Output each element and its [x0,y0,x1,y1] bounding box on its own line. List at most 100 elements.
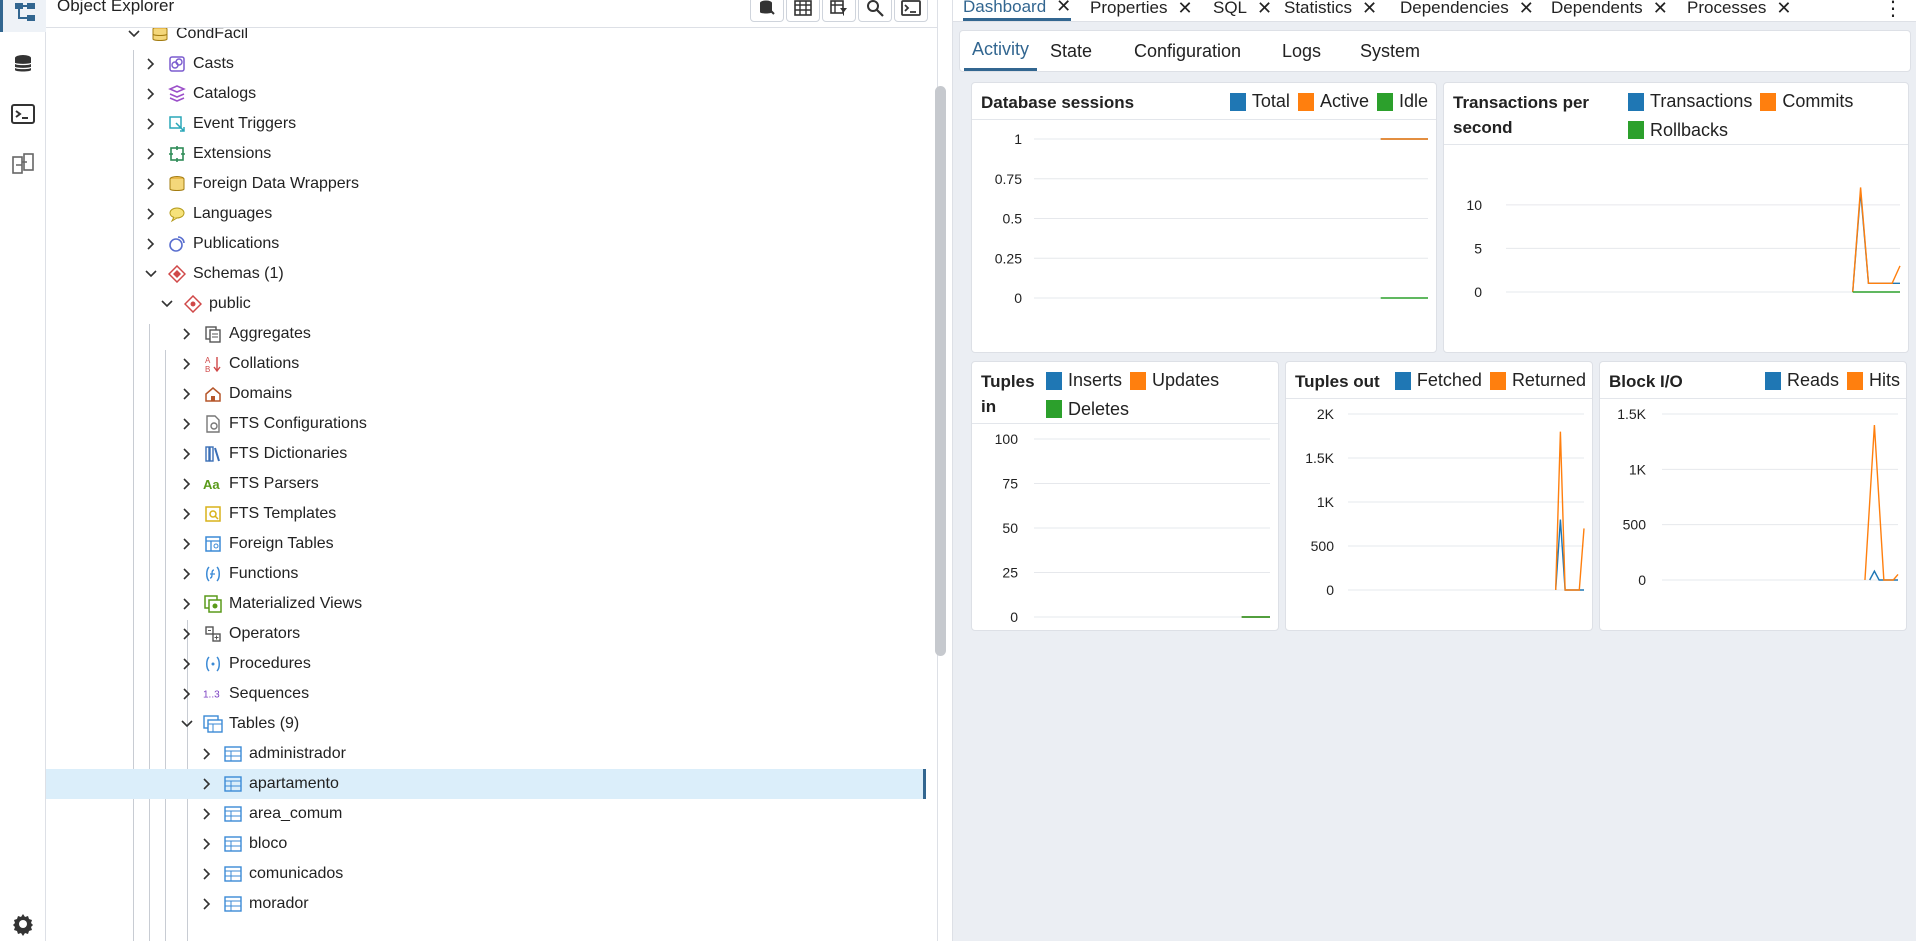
chevron-right-icon[interactable] [179,626,195,642]
legend-item[interactable]: Active [1297,89,1369,114]
tree-item-schemas[interactable]: Schemas (1) [46,259,926,289]
tab-dependents[interactable]: Dependents ✕ [1551,0,1668,21]
query-tool-icon[interactable] [750,0,784,22]
chevron-right-icon[interactable] [179,506,195,522]
tree-item-collations[interactable]: AB Collations [46,349,926,379]
tree-item-aggregates[interactable]: Aggregates [46,319,926,349]
chevron-down-icon[interactable] [126,28,142,42]
chevron-right-icon[interactable] [199,806,215,822]
legend-item[interactable]: Updates [1130,368,1219,393]
subtab-activity[interactable]: Activity [964,31,1038,71]
psql-tool-icon[interactable] [894,0,928,22]
tree-item-foreign-data-wrappers[interactable]: Foreign Data Wrappers [46,169,926,199]
legend-item[interactable]: Deletes [1046,397,1129,422]
tree-item-languages[interactable]: Languages [46,199,926,229]
schema-diff-icon[interactable] [0,144,46,184]
chevron-right-icon[interactable] [179,416,195,432]
chevron-right-icon[interactable] [143,236,159,252]
legend-item[interactable]: Inserts [1046,368,1122,393]
subtab-configuration[interactable]: Configuration [1126,31,1249,71]
chevron-right-icon[interactable] [179,356,195,372]
tab-statistics[interactable]: Statistics ✕ [1284,0,1377,21]
chevron-right-icon[interactable] [143,116,159,132]
tree-item-operators[interactable]: Operators [46,619,926,649]
tree-item-administrador[interactable]: administrador [46,739,926,769]
tree-item-public[interactable]: public [46,289,926,319]
close-icon[interactable]: ✕ [1776,0,1791,19]
chevron-right-icon[interactable] [143,206,159,222]
chevron-right-icon[interactable] [179,596,195,612]
settings-gear-icon[interactable] [0,904,46,944]
terminal-icon[interactable] [0,94,46,134]
tree-item-condfacil[interactable]: CondFacil [46,28,926,49]
tree-item-fts-dictionaries[interactable]: FTS Dictionaries [46,439,926,469]
close-icon[interactable]: ✕ [1257,0,1272,19]
tree-item-fts-templates[interactable]: FTS Templates [46,499,926,529]
chevron-right-icon[interactable] [199,866,215,882]
chevron-down-icon[interactable] [179,716,195,732]
chevron-right-icon[interactable] [143,146,159,162]
tree-scrollbar[interactable] [935,86,946,656]
tree-item-publications[interactable]: Publications [46,229,926,259]
tab-sql[interactable]: SQL ✕ [1213,0,1272,21]
chevron-right-icon[interactable] [179,656,195,672]
tree-item-event-triggers[interactable]: Event Triggers [46,109,926,139]
legend-item[interactable]: Commits [1760,89,1853,114]
chevron-right-icon[interactable] [199,836,215,852]
tab-processes[interactable]: Processes ✕ [1687,0,1791,21]
chevron-right-icon[interactable] [179,566,195,582]
chevron-right-icon[interactable] [179,476,195,492]
chevron-right-icon[interactable] [179,326,195,342]
chevron-right-icon[interactable] [143,56,159,72]
chevron-right-icon[interactable] [199,776,215,792]
close-icon[interactable]: ✕ [1653,0,1668,19]
filter-table-icon[interactable] [822,0,856,22]
close-icon[interactable]: ✕ [1519,0,1534,19]
search-icon[interactable] [858,0,892,22]
legend-item[interactable]: Reads [1764,368,1839,393]
tree-item-area-comum[interactable]: area_comum [46,799,926,829]
tab-properties[interactable]: Properties ✕ [1090,0,1193,21]
chevron-right-icon[interactable] [199,746,215,762]
chevron-right-icon[interactable] [179,446,195,462]
tab-dashboard[interactable]: Dashboard ✕ [963,0,1072,21]
tree-item-domains[interactable]: Domains [46,379,926,409]
tree-item-apartamento[interactable]: apartamento [46,769,926,799]
chevron-right-icon[interactable] [179,536,195,552]
tab-dependencies[interactable]: Dependencies ✕ [1400,0,1534,21]
legend-item[interactable]: Fetched [1394,368,1482,393]
table-view-icon[interactable] [786,0,820,22]
legend-item[interactable]: Total [1229,89,1290,114]
legend-item[interactable]: Hits [1847,368,1900,393]
tree-item-bloco[interactable]: bloco [46,829,926,859]
tree-item-extensions[interactable]: Extensions [46,139,926,169]
legend-item[interactable]: Idle [1376,89,1428,114]
close-icon[interactable]: ✕ [1362,0,1377,19]
subtab-system[interactable]: System [1352,31,1428,71]
tree-item-comunicados[interactable]: comunicados [46,859,926,889]
tree-item-fts-parsers[interactable]: Aa FTS Parsers [46,469,926,499]
close-icon[interactable]: ✕ [1056,0,1071,17]
object-explorer-icon[interactable] [0,0,46,32]
chevron-right-icon[interactable] [143,86,159,102]
legend-item[interactable]: Rollbacks [1628,118,1728,143]
tree-item-tables[interactable]: Tables (9) [46,709,926,739]
tree-item-fts-configurations[interactable]: FTS Configurations [46,409,926,439]
chevron-right-icon[interactable] [179,386,195,402]
tree-item-catalogs[interactable]: Catalogs [46,79,926,109]
database-icon[interactable] [0,44,46,84]
subtab-logs[interactable]: Logs [1274,31,1329,71]
tree-item-morador[interactable]: morador [46,889,926,919]
tree-item-functions[interactable]: Functions [46,559,926,589]
legend-item[interactable]: Transactions [1628,89,1752,114]
tree-item-foreign-tables[interactable]: Foreign Tables [46,529,926,559]
subtab-state[interactable]: State [1042,31,1100,71]
more-options-icon[interactable]: ⋮ [1883,0,1903,21]
legend-item[interactable]: Returned [1489,368,1586,393]
tree-item-materialized-views[interactable]: Materialized Views [46,589,926,619]
chevron-down-icon[interactable] [143,266,159,282]
chevron-right-icon[interactable] [199,896,215,912]
chevron-down-icon[interactable] [159,296,175,312]
tree-item-casts[interactable]: Casts [46,49,926,79]
chevron-right-icon[interactable] [143,176,159,192]
